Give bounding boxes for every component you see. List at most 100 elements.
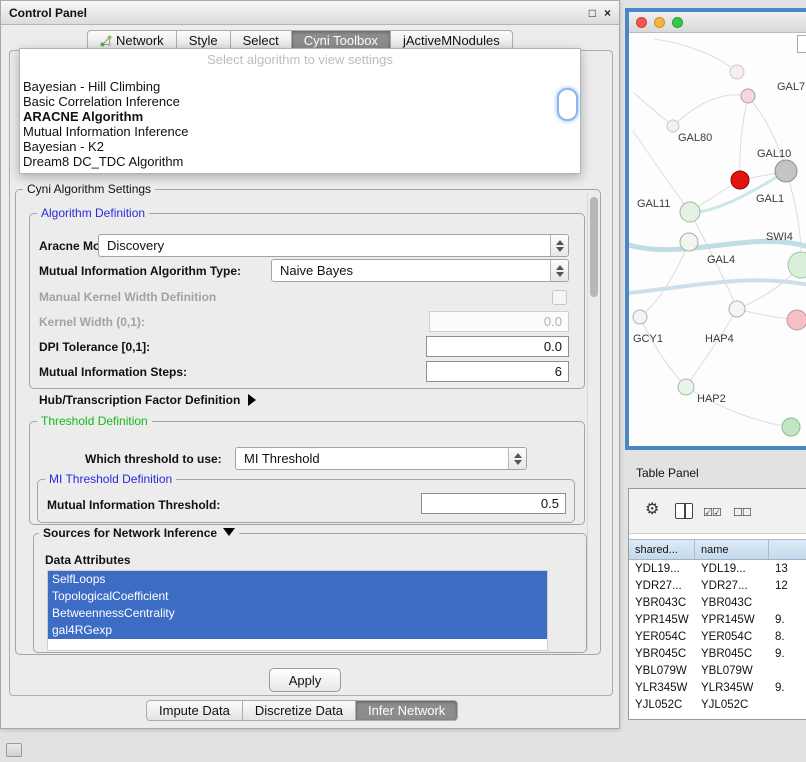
manual-kernel-label: Manual Kernel Width Definition (39, 290, 216, 304)
mi-type-label: Mutual Information Algorithm Type: (39, 264, 241, 278)
select-all-checkboxes-icon[interactable]: ☑☑ (703, 504, 721, 522)
attribute-item[interactable]: TopologicalCoefficient (48, 588, 547, 605)
table-row[interactable]: YLR345WYLR345W9. (629, 679, 806, 696)
table-row[interactable]: YPR145WYPR145W9. (629, 611, 806, 628)
mi-steps-field[interactable]: 6 (426, 361, 569, 382)
column-header-shared-name[interactable]: shared... (629, 540, 695, 559)
apply-button[interactable]: Apply (269, 668, 341, 692)
combo-arrows-icon (550, 235, 568, 256)
table-row[interactable]: YDR27...YDR27...12 (629, 577, 806, 594)
network-canvas[interactable]: GAL7GAL80GAL10GAL11GAL1SWI4GAL4GCY1HAP4H… (629, 33, 806, 446)
which-threshold-combobox[interactable]: MI Threshold (235, 447, 527, 470)
column-header-name[interactable]: name (695, 540, 769, 559)
aracne-mode-combobox[interactable]: Discovery (98, 234, 569, 257)
cell: YDR27... (695, 580, 769, 592)
svg-text:GAL80: GAL80 (678, 132, 712, 144)
table-row[interactable]: YBR045CYBR045C9. (629, 645, 806, 662)
cell: YBR043C (629, 597, 695, 609)
network-tool-overlay[interactable] (797, 35, 806, 53)
sources-title: Sources for Network Inference (43, 526, 217, 540)
kernel-width-value: 0.0 (544, 314, 562, 329)
bottom-tabs: Impute DataDiscretize DataInfer Network (146, 700, 458, 721)
table-header: shared... name (629, 539, 806, 560)
settings-scrollbar-thumb[interactable] (590, 197, 598, 297)
cell: YJL052C (695, 699, 769, 711)
expand-right-icon (248, 394, 256, 406)
control-panel-window: Control Panel □ × NetworkStyleSelectCyni… (0, 0, 620, 729)
cell: YDR27... (629, 580, 695, 592)
attribute-item[interactable]: BetweennessCentrality (48, 605, 547, 622)
table-row[interactable]: YDL19...YDL19...13 (629, 560, 806, 577)
deselect-all-checkboxes-icon[interactable]: ☐☐ (733, 504, 751, 522)
cell: YDL19... (695, 563, 769, 575)
algorithm-option[interactable]: Dream8 DC_TDC Algorithm (23, 154, 577, 169)
table-toolbar: ⚙ ☑☑ ☐☐ (629, 489, 806, 534)
control-panel-titlebar[interactable]: Control Panel □ × (1, 1, 619, 25)
table-body: YDL19...YDL19...13YDR27...YDR27...12YBR0… (629, 560, 806, 719)
cell: YBR045C (695, 648, 769, 660)
manual-kernel-checkbox[interactable] (552, 290, 567, 305)
cell: YBL079W (629, 665, 695, 677)
sources-toggle[interactable]: Sources for Network Inference (39, 526, 239, 540)
dpi-tolerance-field[interactable]: 0.0 (426, 336, 569, 357)
svg-text:GCY1: GCY1 (633, 333, 663, 345)
cell: 8. (769, 631, 806, 643)
mi-type-value: Naive Bayes (280, 263, 353, 278)
kernel-width-field[interactable]: 0.0 (429, 311, 569, 332)
mi-steps-label: Mutual Information Steps: (39, 365, 187, 379)
attribute-item[interactable]: gal4RGexp (48, 622, 547, 639)
cell: 9. (769, 614, 806, 626)
column-header-extra[interactable] (769, 540, 806, 559)
algorithm-option[interactable]: Basic Correlation Inference (23, 94, 577, 109)
float-window-button[interactable]: □ (589, 7, 596, 19)
table-panel-window: ⚙ ☑☑ ☐☐ shared... name YDL19...YDL19...1… (628, 488, 806, 720)
algorithm-dropdown-placeholder: Select algorithm to view settings (20, 52, 580, 67)
mi-type-combobox[interactable]: Naive Bayes (271, 259, 569, 282)
cell: YPR145W (695, 614, 769, 626)
svg-text:GAL4: GAL4 (707, 254, 735, 266)
hub-section-toggle[interactable]: Hub/Transcription Factor Definition (39, 393, 256, 407)
dropdown-scrollbar[interactable] (557, 88, 578, 121)
attribute-item[interactable]: SelfLoops (48, 571, 547, 588)
table-row[interactable]: YBR043CYBR043C (629, 594, 806, 611)
columns-icon[interactable] (675, 503, 693, 519)
algorithm-option[interactable]: Mutual Information Inference (23, 124, 577, 139)
bottom-tab-discretize-data[interactable]: Discretize Data (242, 700, 356, 721)
network-view[interactable]: GAL7GAL80GAL10GAL11GAL1SWI4GAL4GCY1HAP4H… (629, 33, 806, 446)
svg-text:HAP4: HAP4 (705, 333, 734, 345)
threshold-definition-title: Threshold Definition (37, 414, 152, 428)
desktop: Control Panel □ × NetworkStyleSelectCyni… (0, 0, 806, 762)
zoom-traffic-light[interactable] (672, 17, 683, 28)
algorithm-option[interactable]: Bayesian - Hill Climbing (23, 79, 577, 94)
mi-steps-value: 6 (555, 364, 562, 379)
svg-text:GAL10: GAL10 (757, 148, 791, 160)
apply-button-label: Apply (289, 673, 322, 688)
cell: 13 (769, 563, 806, 575)
algorithm-option[interactable]: Bayesian - K2 (23, 139, 577, 154)
network-view-titlebar[interactable] (629, 12, 806, 33)
mi-threshold-group-title: MI Threshold Definition (45, 472, 176, 486)
which-threshold-value: MI Threshold (244, 451, 320, 466)
bottom-tab-infer-network[interactable]: Infer Network (355, 700, 458, 721)
collapsed-panel-icon[interactable] (6, 743, 22, 757)
mi-threshold-field[interactable]: 0.5 (421, 493, 566, 514)
close-traffic-light[interactable] (636, 17, 647, 28)
table-row[interactable]: YJL052CYJL052C (629, 696, 806, 713)
cyni-algorithm-settings-title: Cyni Algorithm Settings (23, 182, 155, 196)
close-window-button[interactable]: × (604, 7, 611, 19)
cell: YBR045C (629, 648, 695, 660)
svg-text:GAL7: GAL7 (777, 81, 805, 93)
mi-threshold-value: 0.5 (541, 496, 559, 511)
algorithm-option[interactable]: ARACNE Algorithm (23, 109, 577, 124)
table-row[interactable]: YBL079WYBL079W (629, 662, 806, 679)
data-attributes-list[interactable]: SelfLoopsTopologicalCoefficientBetweenne… (47, 570, 548, 651)
gear-icon[interactable]: ⚙ (645, 501, 659, 519)
settings-scrollbar[interactable] (587, 193, 600, 651)
combo-arrows-icon (508, 448, 526, 469)
network-icon (100, 35, 112, 47)
aracne-mode-value: Discovery (107, 238, 164, 253)
minimize-traffic-light[interactable] (654, 17, 665, 28)
data-attributes-label: Data Attributes (45, 553, 131, 567)
table-row[interactable]: YER054CYER054C8. (629, 628, 806, 645)
bottom-tab-impute-data[interactable]: Impute Data (146, 700, 243, 721)
